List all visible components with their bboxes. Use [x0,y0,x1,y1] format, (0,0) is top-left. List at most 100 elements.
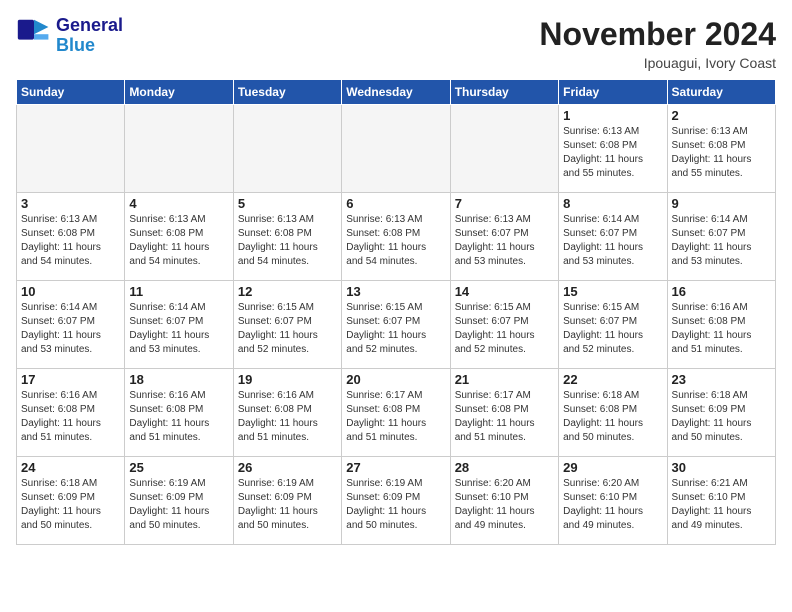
calendar-cell: 13Sunrise: 6:15 AM Sunset: 6:07 PM Dayli… [342,281,450,369]
location: Ipouagui, Ivory Coast [539,55,776,71]
day-number: 21 [455,372,554,387]
day-number: 15 [563,284,662,299]
calendar-week-row: 3 Sunrise: 6:13 AM Sunset: 6:08 PM Daylig… [17,193,776,281]
calendar-cell: 14 Sunrise: 6:15 AM Sunset: 6:07 PM Dayli… [450,281,558,369]
day-info: Sunrise: 6:19 AM Sunset: 6:09 PM Dayligh… [346,477,445,533]
day-number: 3 [21,196,120,211]
calendar-cell: 6 Sunrise: 6:13 AM Sunset: 6:08 PM Daylig… [342,193,450,281]
day-number: 11 [129,284,228,299]
day-info: Sunrise: 6:13 AM Sunset: 6:07 PM Dayligh… [455,213,554,269]
day-number: 20 [346,372,445,387]
calendar-week-row: 17 Sunrise: 6:16 AM Sunset: 6:08 PM Dayli… [17,369,776,457]
day-info: Sunrise: 6:14 AM Sunset: 6:07 PM Dayligh… [563,213,662,269]
day-number: 1 [563,108,662,123]
calendar-cell: 1 Sunrise: 6:13 AM Sunset: 6:08 PM Daylig… [559,105,667,193]
title-block: November 2024 Ipouagui, Ivory Coast [539,16,776,71]
calendar-cell [342,105,450,193]
logo-text: General Blue [56,16,123,56]
day-number: 18 [129,372,228,387]
weekday-header: Saturday [667,80,775,105]
day-number: 16 [672,284,771,299]
day-info: Sunrise: 6:16 AM Sunset: 6:08 PM Dayligh… [129,389,228,445]
calendar-cell: 19 Sunrise: 6:16 AM Sunset: 6:08 PM Dayli… [233,369,341,457]
calendar-cell: 22 Sunrise: 6:18 AM Sunset: 6:08 PM Dayli… [559,369,667,457]
calendar-cell: 7Sunrise: 6:13 AM Sunset: 6:07 PM Daylig… [450,193,558,281]
calendar-cell: 29 Sunrise: 6:20 AM Sunset: 6:10 PM Dayli… [559,457,667,545]
calendar-cell: 11 Sunrise: 6:14 AM Sunset: 6:07 PM Dayli… [125,281,233,369]
day-number: 19 [238,372,337,387]
day-number: 2 [672,108,771,123]
calendar-cell: 30Sunrise: 6:21 AM Sunset: 6:10 PM Dayli… [667,457,775,545]
calendar-cell: 17 Sunrise: 6:16 AM Sunset: 6:08 PM Dayli… [17,369,125,457]
day-info: Sunrise: 6:13 AM Sunset: 6:08 PM Dayligh… [129,213,228,269]
calendar: SundayMondayTuesdayWednesdayThursdayFrid… [16,79,776,545]
day-number: 22 [563,372,662,387]
calendar-cell: 25Sunrise: 6:19 AM Sunset: 6:09 PM Dayli… [125,457,233,545]
calendar-cell: 12 Sunrise: 6:15 AM Sunset: 6:07 PM Dayli… [233,281,341,369]
day-info: Sunrise: 6:14 AM Sunset: 6:07 PM Dayligh… [21,301,120,357]
day-number: 12 [238,284,337,299]
page-header: General Blue November 2024 Ipouagui, Ivo… [16,16,776,71]
day-info: Sunrise: 6:14 AM Sunset: 6:07 PM Dayligh… [672,213,771,269]
day-number: 28 [455,460,554,475]
day-info: Sunrise: 6:15 AM Sunset: 6:07 PM Dayligh… [346,301,445,357]
calendar-cell: 26 Sunrise: 6:19 AM Sunset: 6:09 PM Dayli… [233,457,341,545]
day-number: 17 [21,372,120,387]
day-number: 9 [672,196,771,211]
day-number: 24 [21,460,120,475]
calendar-cell [125,105,233,193]
day-info: Sunrise: 6:16 AM Sunset: 6:08 PM Dayligh… [672,301,771,357]
day-info: Sunrise: 6:13 AM Sunset: 6:08 PM Dayligh… [563,125,662,181]
day-number: 6 [346,196,445,211]
weekday-header: Tuesday [233,80,341,105]
day-number: 5 [238,196,337,211]
day-info: Sunrise: 6:16 AM Sunset: 6:08 PM Dayligh… [21,389,120,445]
day-number: 27 [346,460,445,475]
day-number: 14 [455,284,554,299]
day-info: Sunrise: 6:13 AM Sunset: 6:08 PM Dayligh… [346,213,445,269]
calendar-cell [17,105,125,193]
calendar-cell: 10 Sunrise: 6:14 AM Sunset: 6:07 PM Dayli… [17,281,125,369]
calendar-cell: 28 Sunrise: 6:20 AM Sunset: 6:10 PM Dayli… [450,457,558,545]
day-number: 25 [129,460,228,475]
calendar-cell: 2Sunrise: 6:13 AM Sunset: 6:08 PM Daylig… [667,105,775,193]
day-info: Sunrise: 6:14 AM Sunset: 6:07 PM Dayligh… [129,301,228,357]
calendar-cell: 24 Sunrise: 6:18 AM Sunset: 6:09 PM Dayli… [17,457,125,545]
day-info: Sunrise: 6:20 AM Sunset: 6:10 PM Dayligh… [563,477,662,533]
calendar-cell: 8 Sunrise: 6:14 AM Sunset: 6:07 PM Daylig… [559,193,667,281]
day-info: Sunrise: 6:18 AM Sunset: 6:09 PM Dayligh… [21,477,120,533]
calendar-cell: 9 Sunrise: 6:14 AM Sunset: 6:07 PM Daylig… [667,193,775,281]
weekday-header: Friday [559,80,667,105]
logo-icon [16,18,52,54]
calendar-cell: 27 Sunrise: 6:19 AM Sunset: 6:09 PM Dayli… [342,457,450,545]
day-info: Sunrise: 6:15 AM Sunset: 6:07 PM Dayligh… [563,301,662,357]
day-info: Sunrise: 6:18 AM Sunset: 6:08 PM Dayligh… [563,389,662,445]
weekday-header: Sunday [17,80,125,105]
day-number: 23 [672,372,771,387]
day-info: Sunrise: 6:20 AM Sunset: 6:10 PM Dayligh… [455,477,554,533]
calendar-cell: 15 Sunrise: 6:15 AM Sunset: 6:07 PM Dayli… [559,281,667,369]
calendar-week-row: 10 Sunrise: 6:14 AM Sunset: 6:07 PM Dayli… [17,281,776,369]
weekday-header: Wednesday [342,80,450,105]
day-info: Sunrise: 6:15 AM Sunset: 6:07 PM Dayligh… [455,301,554,357]
calendar-cell: 4Sunrise: 6:13 AM Sunset: 6:08 PM Daylig… [125,193,233,281]
calendar-cell: 5Sunrise: 6:13 AM Sunset: 6:08 PM Daylig… [233,193,341,281]
calendar-week-row: 1 Sunrise: 6:13 AM Sunset: 6:08 PM Daylig… [17,105,776,193]
calendar-cell: 20 Sunrise: 6:17 AM Sunset: 6:08 PM Dayli… [342,369,450,457]
day-info: Sunrise: 6:19 AM Sunset: 6:09 PM Dayligh… [238,477,337,533]
day-number: 29 [563,460,662,475]
day-number: 8 [563,196,662,211]
day-info: Sunrise: 6:16 AM Sunset: 6:08 PM Dayligh… [238,389,337,445]
day-number: 10 [21,284,120,299]
day-info: Sunrise: 6:15 AM Sunset: 6:07 PM Dayligh… [238,301,337,357]
calendar-cell: 21Sunrise: 6:17 AM Sunset: 6:08 PM Dayli… [450,369,558,457]
day-info: Sunrise: 6:13 AM Sunset: 6:08 PM Dayligh… [21,213,120,269]
calendar-cell: 16 Sunrise: 6:16 AM Sunset: 6:08 PM Dayli… [667,281,775,369]
day-info: Sunrise: 6:17 AM Sunset: 6:08 PM Dayligh… [346,389,445,445]
calendar-cell: 23 Sunrise: 6:18 AM Sunset: 6:09 PM Dayli… [667,369,775,457]
day-info: Sunrise: 6:18 AM Sunset: 6:09 PM Dayligh… [672,389,771,445]
day-info: Sunrise: 6:21 AM Sunset: 6:10 PM Dayligh… [672,477,771,533]
calendar-week-row: 24 Sunrise: 6:18 AM Sunset: 6:09 PM Dayli… [17,457,776,545]
weekday-header: Monday [125,80,233,105]
day-number: 26 [238,460,337,475]
